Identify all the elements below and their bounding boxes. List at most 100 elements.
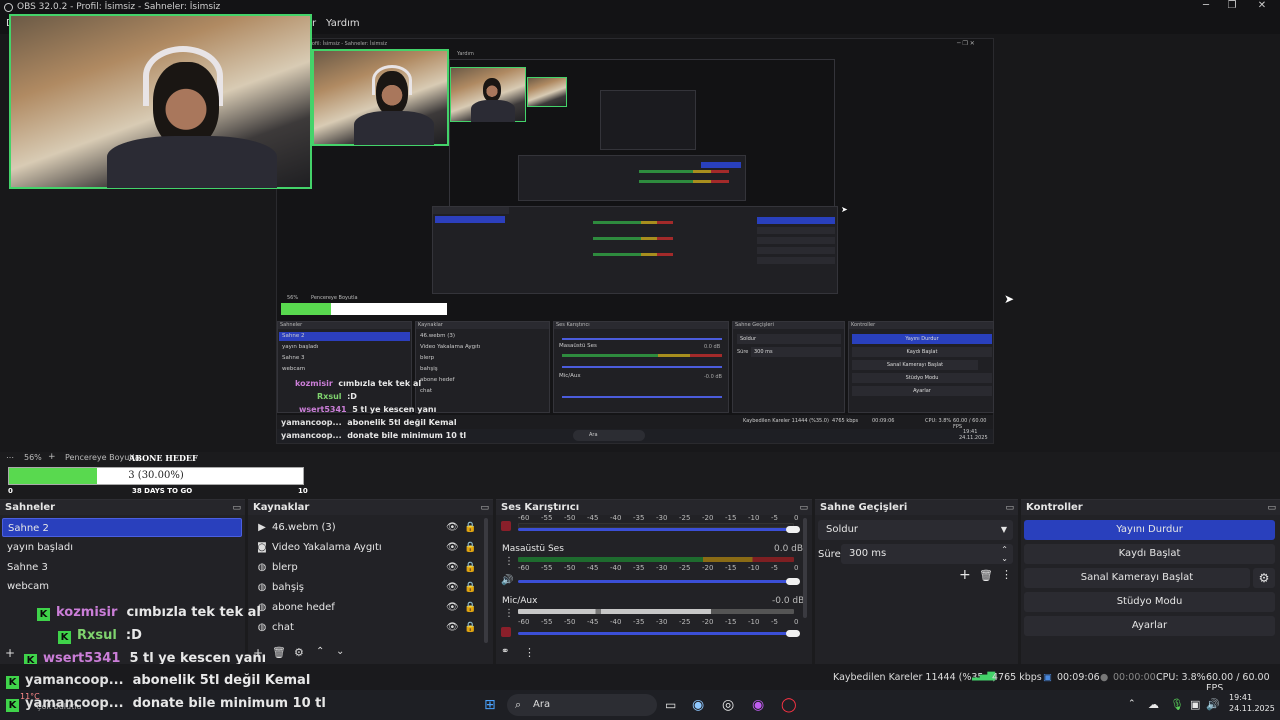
mixer-scale-tick: -30 xyxy=(656,564,668,572)
nested-level3-docks xyxy=(518,155,746,201)
nested-transitions-dock: Sahne Geçişleri Soldur Süre 300 ms xyxy=(732,321,845,413)
source-item[interactable]: ◍ abone hedef 👁 🔒 xyxy=(250,598,478,617)
microphone-icon[interactable]: 🎙 xyxy=(1170,698,1184,711)
lock-icon[interactable]: 🔒 xyxy=(464,558,476,577)
source-item[interactable]: ◍ bahşiş 👁 🔒 xyxy=(250,578,478,597)
lock-icon[interactable]: 🔒 xyxy=(464,538,476,557)
task-view-icon[interactable]: ▭ xyxy=(665,698,676,712)
mixer-scale-tick: -25 xyxy=(679,618,691,626)
transition-menu-icon[interactable]: ⋮ xyxy=(1001,568,1012,581)
steam-icon[interactable]: ◉ xyxy=(692,697,704,713)
zoom-in-button[interactable]: + xyxy=(48,452,56,462)
taskbar-date[interactable]: 24.11.2025 xyxy=(1229,704,1275,713)
scene-item-sahne-2[interactable]: Sahne 2 xyxy=(2,518,242,537)
source-item[interactable]: ◍ blerp 👁 🔒 xyxy=(250,558,478,577)
source-item[interactable]: ◙ Video Yakalama Aygıtı 👁 🔒 xyxy=(250,538,478,557)
visibility-eye-icon[interactable]: 👁 xyxy=(446,578,459,597)
mic-muted-icon[interactable] xyxy=(501,627,511,637)
menu-item-help[interactable]: Yardım xyxy=(326,18,360,29)
sources-scrollbar[interactable] xyxy=(484,518,488,643)
add-transition-button[interactable]: + xyxy=(959,567,971,583)
remove-source-button[interactable]: 🗑 xyxy=(272,646,286,659)
mixer-toolbar: ⚭ ⋮ xyxy=(496,644,812,664)
nested-controls-dock: Kontroller Yayını Durdur Kaydı Başlat Sa… xyxy=(848,321,994,413)
kick-logo-icon: K xyxy=(6,676,19,689)
virtual-camera-gear-icon[interactable]: ⚙ xyxy=(1253,568,1275,588)
start-virtual-camera-button[interactable]: Sanal Kamerayı Başlat xyxy=(1024,568,1250,588)
source-item[interactable]: ▶ 46.webm (3) 👁 🔒 xyxy=(250,518,478,537)
zoom-level[interactable]: 56% xyxy=(24,453,42,462)
remove-transition-button[interactable]: 🗑 xyxy=(979,569,993,582)
opera-icon[interactable]: ◯ xyxy=(781,697,797,713)
lock-icon[interactable]: 🔒 xyxy=(464,618,476,637)
lock-icon[interactable]: 🔒 xyxy=(464,578,476,597)
move-up-chevron-icon[interactable]: ⌃ xyxy=(316,646,324,657)
lock-icon[interactable]: 🔒 xyxy=(464,518,476,537)
source-item[interactable]: ◍ chat 👁 🔒 xyxy=(250,618,478,637)
dock-float-icon[interactable]: ▭ xyxy=(232,501,241,516)
mixer-scale-tick: -55 xyxy=(541,514,553,522)
visibility-eye-icon[interactable]: 👁 xyxy=(446,618,459,637)
tray-chevron-icon[interactable]: ⌃ xyxy=(1128,699,1136,709)
mixer-desktop-menu-icon[interactable]: ⋮ xyxy=(504,556,514,567)
windows-start-icon[interactable]: ⊞ xyxy=(484,697,496,713)
visibility-eye-icon[interactable]: 👁 xyxy=(446,518,459,537)
duration-input[interactable]: 300 ms ⌃ ⌄ xyxy=(841,544,1013,564)
lock-icon[interactable]: 🔒 xyxy=(464,598,476,617)
scene-item-sahne-3[interactable]: Sahne 3 xyxy=(2,558,48,577)
mic-volume-slider[interactable] xyxy=(518,632,794,635)
transition-select[interactable]: Soldur ▼ xyxy=(818,520,1013,540)
webcam-feed[interactable] xyxy=(9,14,312,189)
dock-float-icon[interactable]: ▭ xyxy=(799,501,808,516)
minimize-button[interactable]: ─ xyxy=(1196,0,1216,11)
taskbar-time[interactable]: 19:41 xyxy=(1229,693,1252,702)
start-recording-button[interactable]: Kaydı Başlat xyxy=(1024,544,1275,564)
desktop-speaker-icon[interactable]: 🔊 xyxy=(501,575,513,586)
add-scene-button[interactable]: + xyxy=(5,646,15,660)
volume-icon[interactable]: 🔊 xyxy=(1206,698,1220,711)
nested-menu-help: Yardım xyxy=(457,51,474,57)
chat-message: K Rxsul :D xyxy=(58,628,142,644)
visibility-eye-icon[interactable]: 👁 xyxy=(446,538,459,557)
mixer-scrollbar[interactable] xyxy=(803,518,807,618)
maximize-button[interactable]: ❐ xyxy=(1222,0,1242,11)
menu-item-tools[interactable]: r xyxy=(312,18,316,29)
settings-button[interactable]: Ayarlar xyxy=(1024,616,1275,636)
mixer-scale-tick: -55 xyxy=(541,564,553,572)
stop-stream-button[interactable]: Yayını Durdur xyxy=(1024,520,1275,540)
mixer-scale-tick: -20 xyxy=(702,514,714,522)
mixer-scale-tick: -10 xyxy=(748,514,760,522)
dock-float-icon[interactable]: ▭ xyxy=(480,501,489,516)
network-icon[interactable]: ▣ xyxy=(1190,698,1200,711)
nested-title: Profil: İsimsiz - Sahneler: İsimsiz xyxy=(307,41,388,47)
mixer-link-icon[interactable]: ⚭ xyxy=(501,646,509,657)
source-properties-gear-icon[interactable]: ⚙ xyxy=(294,646,304,659)
taskbar-search-box[interactable]: ⌕ Ara xyxy=(507,694,657,716)
desktop-volume-slider[interactable] xyxy=(518,580,794,583)
zoom-menu-icon[interactable]: ⋯ xyxy=(6,453,14,462)
visibility-eye-icon[interactable]: 👁 xyxy=(446,598,459,617)
mixer-scale-tick: -25 xyxy=(679,564,691,572)
webcam-feed-nested xyxy=(312,49,449,146)
dock-float-icon[interactable]: ▭ xyxy=(1267,501,1276,516)
obs-taskbar-icon[interactable]: ◎ xyxy=(722,697,734,713)
cloud-icon[interactable]: ☁ xyxy=(1148,698,1159,711)
scene-item-webcam[interactable]: webcam xyxy=(2,577,49,596)
window-titlebar: OBS 32.0.2 - Profil: İsimsiz - Sahneler:… xyxy=(0,0,1280,14)
nested-chat-1: kozmisir cımbızla tek tek al xyxy=(295,379,422,388)
mixer-menu-icon[interactable]: ⋮ xyxy=(524,646,535,659)
subscriber-goal-text: 3 (30.00%) xyxy=(128,470,184,481)
app-icon-purple[interactable]: ◉ xyxy=(752,697,764,713)
move-down-chevron-icon[interactable]: ⌄ xyxy=(336,646,344,657)
mixer-mic-menu-icon[interactable]: ⋮ xyxy=(504,608,514,619)
mouse-cursor: ➤ xyxy=(1004,292,1015,306)
mixer-mic-meter xyxy=(518,609,794,614)
audio-mixer-dock: Ses Karıştırıcı ▭ -60 -55 -50 -45 -40 -35 -30 -2… xyxy=(496,499,812,664)
visibility-eye-icon[interactable]: 👁 xyxy=(446,558,459,577)
mixer-scale-tick: 0 xyxy=(794,514,799,522)
scene-item-yayin-basladi[interactable]: yayın başladı xyxy=(2,538,73,557)
studio-mode-button[interactable]: Stüdyo Modu xyxy=(1024,592,1275,612)
close-button[interactable]: ✕ xyxy=(1252,0,1272,11)
dock-float-icon[interactable]: ▭ xyxy=(1005,501,1014,516)
muted-speaker-icon[interactable] xyxy=(501,521,511,531)
